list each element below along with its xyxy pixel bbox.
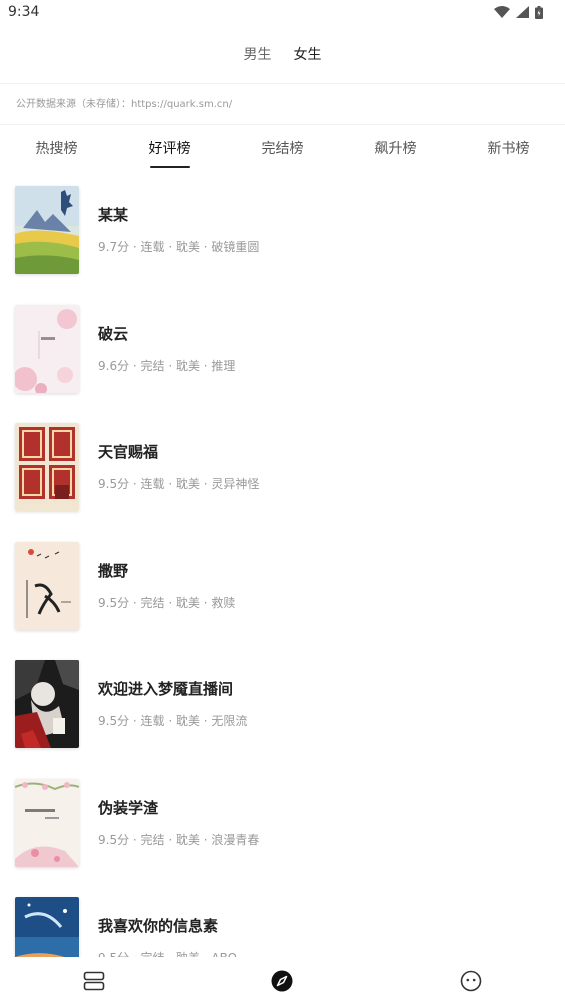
status-bar: 9:34	[0, 0, 565, 24]
book-cover	[15, 542, 79, 630]
source-divider	[0, 124, 565, 125]
status-time: 9:34	[8, 4, 40, 20]
tab-new-books[interactable]: 新书榜	[452, 134, 565, 174]
source-notice: 公开数据来源（未存储）：https://quark.sm.cn/	[16, 99, 233, 110]
tab-rising[interactable]: 飙升榜	[339, 134, 452, 174]
book-item[interactable]: 天官赐福 9.5分 · 连载 · 耽美 · 灵异神怪	[0, 419, 565, 515]
wifi-icon	[494, 6, 510, 18]
book-meta: 9.5分 · 连载 · 耽美 · 灵异神怪	[98, 477, 260, 491]
book-item[interactable]: 某某 9.7分 · 连载 · 耽美 · 破镜重圆	[0, 182, 565, 278]
book-title: 欢迎进入梦魇直播间	[98, 680, 234, 698]
book-meta: 9.5分 · 完结 · 耽美 · 救赎	[98, 596, 236, 610]
rank-tabs: 热搜榜 好评榜 完结榜 飙升榜 新书榜	[0, 134, 565, 174]
tab-completed[interactable]: 完结榜	[226, 134, 339, 174]
book-meta: 9.7分 · 连载 · 耽美 · 破镜重圆	[98, 240, 260, 254]
nav-profile[interactable]	[377, 957, 565, 1004]
tab-label: 飙升榜	[374, 141, 417, 157]
book-title: 天官赐福	[98, 443, 159, 461]
nav-discover[interactable]	[188, 957, 376, 1004]
book-title: 破云	[98, 325, 129, 343]
book-cover	[15, 423, 79, 511]
book-cover	[15, 660, 79, 748]
book-meta: 9.5分 · 完结 · 耽美 · 浪漫青春	[98, 833, 260, 847]
header-divider	[0, 83, 565, 84]
book-meta: 9.5分 · 完结 · 耽美 · ABO	[98, 949, 237, 957]
tab-label: 热搜榜	[35, 141, 78, 157]
book-item[interactable]: 伪装学渣 9.5分 · 完结 · 耽美 · 浪漫青春	[0, 775, 565, 871]
bookshelf-icon	[83, 971, 105, 991]
active-tab-underline	[149, 166, 190, 168]
book-item[interactable]: 撒野 9.5分 · 完结 · 耽美 · 救赎	[0, 538, 565, 634]
signal-icon	[516, 6, 529, 18]
book-cover	[15, 305, 79, 393]
tab-female[interactable]: 女生	[294, 44, 322, 64]
bottom-nav	[0, 957, 565, 1004]
battery-icon	[535, 5, 543, 19]
tab-label: 完结榜	[261, 141, 304, 157]
tab-label: 新书榜	[487, 141, 530, 157]
tab-top-rated[interactable]: 好评榜	[113, 134, 226, 174]
book-cover	[15, 186, 79, 274]
book-title: 撒野	[98, 562, 129, 580]
book-item[interactable]: 我喜欢你的信息素 9.5分 · 完结 · 耽美 · ABO	[0, 893, 565, 957]
status-icons	[494, 5, 543, 19]
tab-hot-search[interactable]: 热搜榜	[0, 134, 113, 174]
profile-face-icon	[460, 970, 482, 992]
compass-icon	[271, 970, 293, 992]
book-list[interactable]: 某某 9.7分 · 连载 · 耽美 · 破镜重圆 破云 9.6分 · 完结 · …	[0, 182, 565, 957]
book-meta: 9.6分 · 完结 · 耽美 · 推理	[98, 359, 236, 373]
book-item[interactable]: 欢迎进入梦魇直播间 9.5分 · 连载 · 耽美 · 无限流	[0, 656, 565, 752]
book-cover	[15, 779, 79, 867]
book-item[interactable]: 破云 9.6分 · 完结 · 耽美 · 推理	[0, 301, 565, 397]
tab-male[interactable]: 男生	[244, 44, 272, 64]
book-meta: 9.5分 · 连载 · 耽美 · 无限流	[98, 714, 248, 728]
book-cover	[15, 897, 79, 957]
book-title: 某某	[98, 206, 129, 224]
nav-bookshelf[interactable]	[0, 957, 188, 1004]
gender-tabs: 男生 女生	[0, 34, 565, 74]
tab-label: 好评榜	[148, 141, 191, 157]
book-title: 伪装学渣	[98, 799, 159, 817]
book-title: 我喜欢你的信息素	[98, 917, 219, 935]
